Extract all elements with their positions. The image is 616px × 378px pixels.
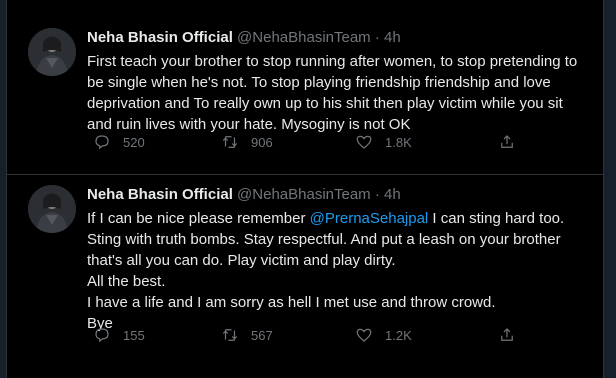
tweet-text-line: First teach your brother to stop running…: [87, 53, 578, 133]
reply-icon: [95, 135, 109, 150]
like-button[interactable]: 1.2K: [355, 326, 412, 344]
separator-dot: ·: [374, 186, 380, 203]
author-handle[interactable]: @NehaBhasinTeam: [237, 29, 371, 46]
author-handle[interactable]: @NehaBhasinTeam: [237, 186, 371, 203]
tweet-body: Neha Bhasin Official @NehaBhasinTeam · 4…: [87, 28, 589, 135]
avatar[interactable]: [28, 28, 76, 76]
author-name[interactable]: Neha Bhasin Official: [87, 29, 233, 46]
like-count: 1.8K: [385, 134, 412, 150]
reply-button[interactable]: 520: [93, 133, 145, 151]
avatar[interactable]: [28, 185, 76, 233]
tweet-text-paragraph: If I can be nice please remember @Prerna…: [87, 208, 589, 271]
like-count: 1.2K: [385, 327, 412, 343]
reply-count: 155: [123, 327, 145, 343]
timestamp[interactable]: 4h: [384, 186, 401, 203]
heart-icon: [356, 135, 372, 149]
tweet-header: Neha Bhasin Official @NehaBhasinTeam · 4…: [87, 28, 589, 48]
reply-button[interactable]: 155: [93, 326, 145, 344]
like-button[interactable]: 1.8K: [355, 133, 412, 151]
tweet-text-line: I have a life and I am sorry as hell I m…: [87, 294, 496, 311]
retweet-count: 567: [251, 327, 273, 343]
tweet[interactable]: Neha Bhasin Official @NehaBhasinTeam · 4…: [7, 0, 603, 175]
tweet-text-segment: If I can be nice please remember: [87, 210, 310, 227]
tweet-body: Neha Bhasin Official @NehaBhasinTeam · 4…: [87, 185, 589, 334]
tweet[interactable]: Neha Bhasin Official @NehaBhasinTeam · 4…: [7, 175, 603, 378]
mention-link[interactable]: @PrernaSehajpal: [310, 210, 429, 227]
reply-icon: [95, 328, 109, 343]
share-button[interactable]: [498, 133, 516, 151]
avatar-image: [28, 28, 76, 76]
author-name[interactable]: Neha Bhasin Official: [87, 186, 233, 203]
tweet-header: Neha Bhasin Official @NehaBhasinTeam · 4…: [87, 185, 589, 205]
retweet-icon: [222, 136, 238, 148]
reply-count: 520: [123, 134, 145, 150]
timeline-feed: Neha Bhasin Official @NehaBhasinTeam · 4…: [6, 0, 604, 378]
tweet-text: If I can be nice please remember @Prerna…: [87, 208, 589, 334]
share-icon: [501, 135, 513, 148]
tweet-text: First teach your brother to stop running…: [87, 51, 589, 135]
retweet-count: 906: [251, 134, 273, 150]
share-button[interactable]: [498, 326, 516, 344]
avatar-image: [28, 185, 76, 233]
timestamp[interactable]: 4h: [384, 29, 401, 46]
heart-icon: [356, 328, 372, 342]
share-icon: [501, 328, 513, 341]
separator-dot: ·: [374, 29, 380, 46]
retweet-button[interactable]: 906: [221, 133, 273, 151]
retweet-icon: [222, 329, 238, 341]
tweet-text-line: All the best.: [87, 273, 166, 290]
retweet-button[interactable]: 567: [221, 326, 273, 344]
